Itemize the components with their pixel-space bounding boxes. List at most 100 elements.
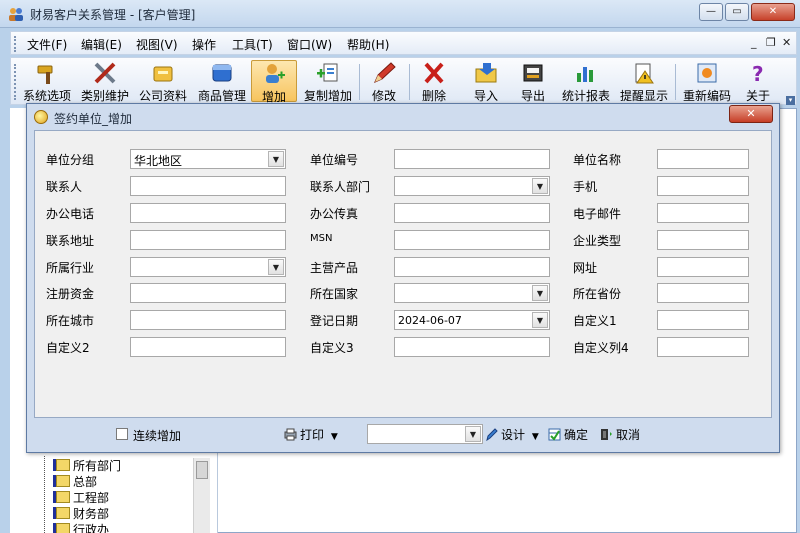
minimize-button[interactable]: — — [699, 3, 723, 21]
print-button[interactable]: 打印 ▼ — [284, 426, 338, 443]
tree-item[interactable]: 所有部门 — [56, 457, 121, 474]
toolbar-category-button[interactable]: 类别维护 — [79, 60, 131, 103]
country-select[interactable]: ▼ — [394, 283, 550, 303]
cancel-label: 取消 — [616, 428, 641, 442]
tree-item[interactable]: 财务部 — [56, 505, 109, 522]
toolbar-import-button[interactable]: 导入 — [467, 60, 505, 103]
box-icon — [212, 64, 232, 82]
group-value: 华北地区 — [134, 154, 183, 168]
toolbar-export-button[interactable]: 导出 — [514, 60, 552, 103]
custom1-input[interactable] — [657, 310, 749, 330]
contact-dept-select[interactable]: ▼ — [394, 176, 550, 196]
copy-add-icon — [317, 63, 338, 82]
contact-input[interactable] — [130, 176, 286, 196]
toolbar-add-button[interactable]: 增加 — [251, 60, 297, 104]
city-input[interactable] — [130, 310, 286, 330]
menu-grip[interactable] — [14, 36, 17, 52]
cancel-button[interactable]: 取消 — [600, 426, 640, 443]
tree-item-label: 工程部 — [73, 491, 110, 505]
capital-label: 注册资金 — [46, 287, 95, 301]
main-product-input[interactable] — [394, 257, 550, 277]
toolbar-edit-button[interactable]: 修改 — [365, 60, 403, 103]
chevron-down-icon[interactable]: ▼ — [465, 426, 481, 442]
province-input[interactable] — [657, 283, 749, 303]
ok-label: 确定 — [564, 428, 589, 442]
close-button[interactable]: ✕ — [751, 3, 795, 21]
code-input[interactable] — [394, 149, 550, 169]
design-button[interactable]: 设计 ▼ — [485, 426, 539, 443]
code-label: 单位编号 — [310, 153, 359, 167]
name-label: 单位名称 — [573, 153, 622, 167]
toolbar-label: 导出 — [520, 89, 545, 103]
website-input[interactable] — [657, 257, 749, 277]
toolbar-reminder-button[interactable]: 提醒显示 — [617, 60, 671, 103]
dialog-title-bar[interactable]: 签约单位_增加 ✕ — [27, 104, 779, 128]
tree-item[interactable]: 行政办 — [56, 521, 109, 533]
email-label: 电子邮件 — [573, 207, 622, 221]
custom4-input[interactable] — [657, 337, 749, 357]
menu-tools[interactable]: 工具(T) — [232, 36, 273, 53]
toolbar-copy-add-button[interactable]: 复制增加 — [301, 60, 355, 103]
custom2-label: 自定义2 — [46, 341, 90, 355]
continuous-add-label[interactable]: 连续增加 — [133, 427, 181, 444]
export-icon — [523, 64, 543, 82]
ok-button[interactable]: 确定 — [548, 426, 588, 443]
custom3-input[interactable] — [394, 337, 550, 357]
capital-input[interactable] — [130, 283, 286, 303]
chevron-down-icon: ▼ — [330, 432, 338, 442]
menu-edit[interactable]: 编辑(E) — [81, 36, 122, 53]
toolbar-recode-button[interactable]: 重新编码 — [680, 60, 734, 103]
toolbar-delete-button[interactable]: 删除 — [415, 60, 453, 103]
design-pen-icon — [486, 428, 498, 441]
msn-input[interactable] — [394, 230, 550, 250]
print-template-select[interactable]: ▼ — [367, 424, 483, 444]
toolbar-system-options-button[interactable]: 系统选项 — [21, 60, 73, 103]
restore-button[interactable]: ▭ — [725, 3, 749, 21]
tree-item[interactable]: 总部 — [56, 473, 97, 490]
continuous-add-checkbox[interactable] — [116, 428, 128, 440]
toolbar-label: 重新编码 — [682, 89, 731, 103]
dialog-close-button[interactable]: ✕ — [729, 105, 773, 123]
menu-help[interactable]: 帮助(H) — [347, 36, 389, 53]
tree-item[interactable]: 工程部 — [56, 489, 109, 506]
address-input[interactable] — [130, 230, 286, 250]
chevron-down-icon[interactable]: ▼ — [532, 285, 548, 301]
toolbar-grip[interactable] — [14, 64, 17, 100]
city-label: 所在城市 — [46, 314, 95, 328]
toolbar-label: 提醒显示 — [619, 89, 668, 103]
email-input[interactable] — [657, 203, 749, 223]
toolbar-overflow-icon[interactable]: ▾ — [786, 96, 795, 105]
chevron-down-icon[interactable]: ▼ — [268, 151, 284, 167]
toolbar-goods-button[interactable]: 商品管理 — [195, 60, 249, 103]
office-phone-input[interactable] — [130, 203, 286, 223]
reg-date-label: 登记日期 — [310, 314, 359, 328]
toolbar-separator — [409, 64, 410, 100]
reg-date-picker[interactable]: 2024-06-07 ▼ — [394, 310, 550, 330]
mdi-minimize-button[interactable]: _ — [751, 36, 757, 49]
tree-scrollbar[interactable] — [193, 458, 210, 533]
office-phone-label: 办公电话 — [46, 207, 95, 221]
menu-view[interactable]: 视图(V) — [136, 36, 178, 53]
toolbar-company-button[interactable]: 公司资料 — [137, 60, 189, 103]
chevron-down-icon[interactable]: ▼ — [532, 178, 548, 194]
custom4-label: 自定义列4 — [573, 341, 629, 355]
name-input[interactable] — [657, 149, 749, 169]
chevron-down-icon[interactable]: ▼ — [268, 259, 284, 275]
address-label: 联系地址 — [46, 234, 95, 248]
toolbar-about-button[interactable]: ? 关于 — [741, 60, 775, 103]
menu-window[interactable]: 窗口(W) — [287, 36, 332, 53]
menu-file[interactable]: 文件(F) — [27, 36, 67, 53]
company-type-input[interactable] — [657, 230, 749, 250]
fax-input[interactable] — [394, 203, 550, 223]
mdi-close-button[interactable]: ✕ — [782, 36, 791, 49]
custom2-input[interactable] — [130, 337, 286, 357]
toolbar-report-button[interactable]: 统计报表 — [559, 60, 613, 103]
menu-operation[interactable]: 操作 — [192, 36, 216, 53]
ok-grid-icon — [548, 428, 561, 441]
mobile-input[interactable] — [657, 176, 749, 196]
mdi-restore-button[interactable]: ❐ — [766, 36, 776, 49]
industry-select[interactable]: ▼ — [130, 257, 286, 277]
chevron-down-icon[interactable]: ▼ — [532, 312, 548, 328]
scrollbar-thumb[interactable] — [196, 461, 208, 479]
group-select[interactable]: 华北地区 ▼ — [130, 149, 286, 169]
